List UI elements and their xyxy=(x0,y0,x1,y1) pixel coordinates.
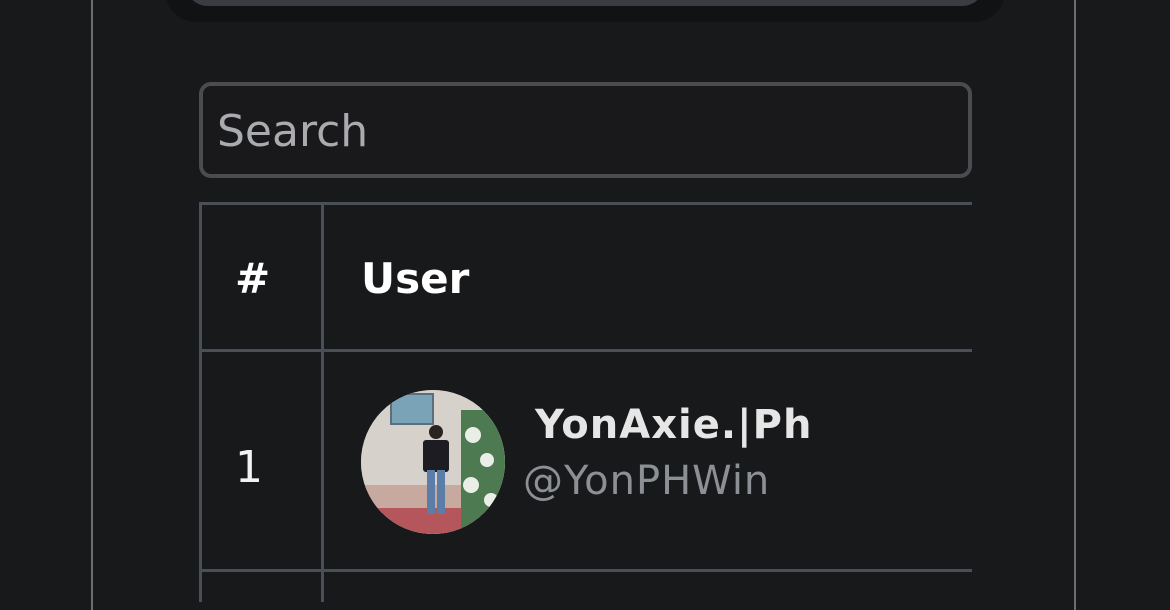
row-divider xyxy=(199,569,972,572)
column-header-rank: # xyxy=(235,254,271,303)
header-divider xyxy=(199,349,972,352)
table-left-border xyxy=(199,202,202,602)
column-header-user: User xyxy=(361,254,470,303)
column-divider xyxy=(321,202,324,602)
avatar[interactable] xyxy=(361,390,505,534)
avatar-image xyxy=(361,390,505,534)
table-top-border xyxy=(199,202,972,205)
search-input[interactable] xyxy=(215,90,959,172)
user-display-name[interactable]: YonAxie.|Ph xyxy=(535,402,812,448)
user-handle[interactable]: @YonPHWin xyxy=(523,458,770,504)
top-bar-inner[interactable] xyxy=(185,0,985,6)
search-box xyxy=(199,82,972,178)
leaderboard-table: # User 1 YonAxie.|Ph @YonPHWin xyxy=(199,202,972,602)
row-rank: 1 xyxy=(235,442,263,493)
